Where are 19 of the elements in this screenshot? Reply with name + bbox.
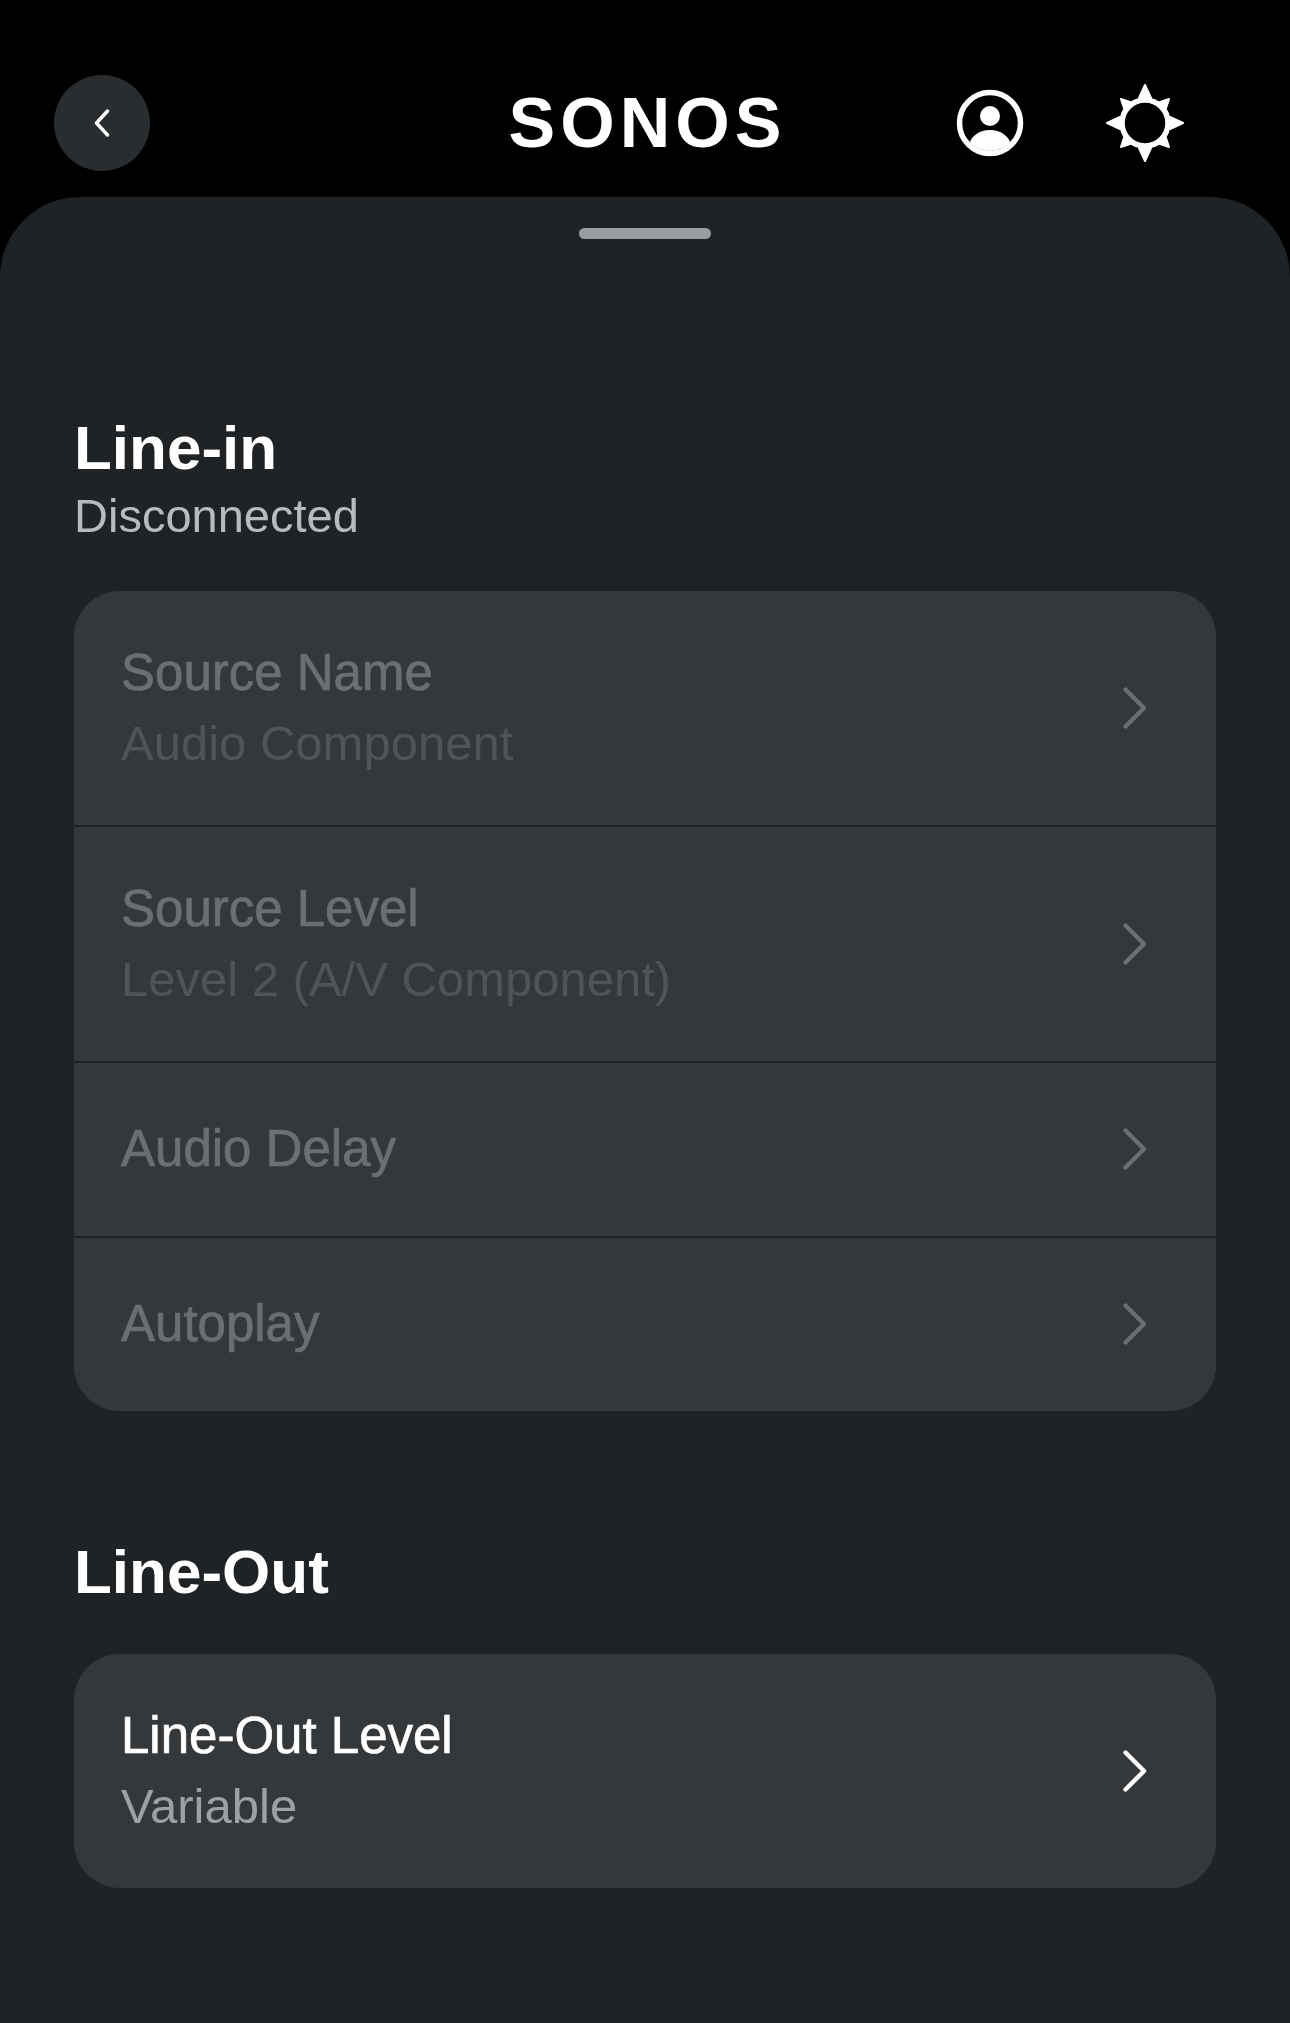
section-title: Line-in [74,412,279,484]
settings-icon[interactable] [1106,84,1184,162]
chevron-right-icon [1122,921,1148,966]
row-title: Source Level [121,878,420,939]
section-title: Line-Out [74,1535,330,1608]
chevron-right-icon [1122,1301,1148,1346]
chevron-left-icon [94,109,110,137]
row-title: Autoplay [121,1293,320,1354]
profile-icon[interactable] [956,89,1024,157]
chevron-right-icon [1122,1126,1148,1171]
brand-logo: SONOS [507,88,787,158]
chevron-right-icon [1122,1748,1148,1793]
row-title: Source Name [121,642,434,703]
section-status: Disconnected [74,488,360,545]
row-value: Variable [121,1777,299,1835]
drag-handle[interactable] [579,228,711,239]
row-title: Audio Delay [121,1118,396,1179]
row-title: Line-Out Level [121,1705,453,1766]
chevron-right-icon [1122,685,1148,730]
